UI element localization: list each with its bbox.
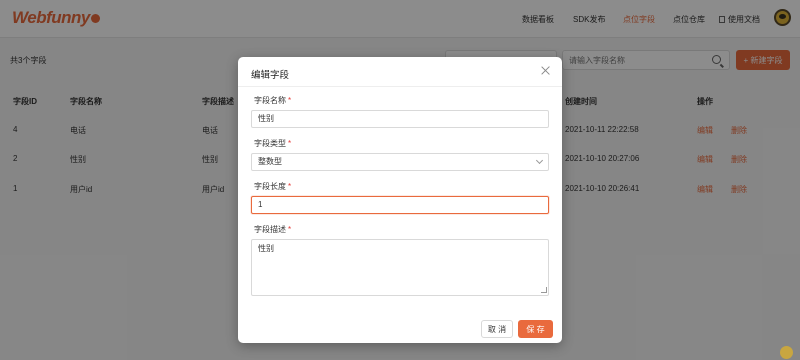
field-desc-textarea[interactable]: 性别: [251, 239, 549, 296]
required-mark: *: [288, 96, 292, 105]
required-mark: *: [288, 139, 292, 148]
chevron-down-icon: [535, 156, 544, 165]
resize-handle-icon[interactable]: [541, 287, 547, 293]
cancel-button[interactable]: 取 消: [481, 320, 513, 338]
field-name-label: 字段名称 *: [254, 96, 292, 105]
field-type-label: 字段类型 *: [254, 139, 292, 148]
field-type-select[interactable]: 整数型: [251, 153, 549, 171]
save-button[interactable]: 保 存: [518, 320, 553, 338]
divider: [238, 86, 562, 87]
field-length-input[interactable]: 1: [251, 196, 549, 214]
field-name-input[interactable]: 性别: [251, 110, 549, 128]
close-icon[interactable]: [541, 66, 551, 76]
dialog-title: 编辑字段: [251, 70, 290, 81]
required-mark: *: [288, 225, 292, 234]
required-mark: *: [288, 182, 292, 191]
chat-icon[interactable]: [780, 346, 793, 359]
field-length-label: 字段长度 *: [254, 182, 292, 191]
edit-field-dialog: 编辑字段 字段名称 * 性别 字段类型 * 整数型 字段长度 * 1 字段描述 * 性别…: [238, 57, 562, 343]
field-desc-label: 字段描述 *: [254, 225, 292, 234]
